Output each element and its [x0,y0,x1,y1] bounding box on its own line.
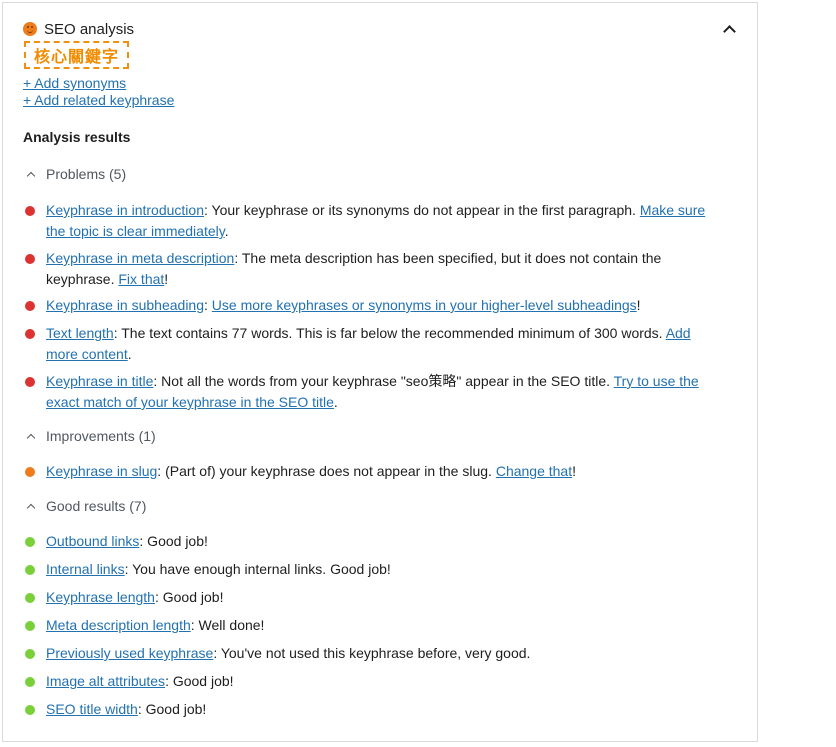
result-link[interactable]: SEO title width [46,701,138,717]
collapse-button[interactable] [721,21,737,38]
chevron-up-icon [26,171,36,181]
result-item-problem: Text length: The text contains 77 words.… [23,323,723,365]
red-bullet-icon [25,206,35,216]
green-bullet-icon [25,705,35,715]
result-tail: . [127,346,132,362]
problems-toggle[interactable]: Problems (5) [23,166,126,182]
orange-bullet-icon [25,467,35,477]
result-text: : You've not used this keyphrase before,… [213,645,531,661]
result-item-good: Image alt attributes: Good job! [23,671,723,692]
result-item-problem: Keyphrase in meta description: The meta … [23,248,723,290]
result-text: : Good job! [139,533,208,549]
green-bullet-icon [25,537,35,547]
result-link[interactable]: Text length [46,325,114,341]
panel-header[interactable]: SEO analysis [23,19,134,39]
chevron-up-icon [26,503,36,513]
result-item-problem: Keyphrase in introduction: Your keyphras… [23,200,723,242]
red-bullet-icon [25,377,35,387]
green-bullet-icon [25,649,35,659]
smiley-face-icon [23,22,37,36]
result-link[interactable]: Keyphrase in subheading [46,297,204,313]
add-related-keyphrase-link[interactable]: + Add related keyphrase [23,92,174,108]
result-action-link[interactable]: Change that [496,463,572,479]
result-link[interactable]: Keyphrase length [46,589,155,605]
result-link[interactable]: Internal links [46,561,125,577]
result-text: : Not all the words from your keyphrase … [153,373,614,389]
result-item-good: Internal links: You have enough internal… [23,559,723,580]
result-text: : [204,297,212,313]
result-item-improvement: Keyphrase in slug: (Part of) your keyphr… [23,461,723,482]
red-bullet-icon [25,301,35,311]
add-synonyms-link[interactable]: + Add synonyms [23,75,126,91]
improvements-label: Improvements (1) [46,428,156,444]
result-link[interactable]: Keyphrase in title [46,373,153,389]
result-action-link[interactable]: Use more keyphrases or synonyms in your … [212,297,637,313]
green-bullet-icon [25,677,35,687]
result-text: : Good job! [154,589,224,605]
result-link[interactable]: Outbound links [46,533,139,549]
result-text: : Well done! [190,617,265,633]
result-link[interactable]: Keyphrase in introduction [46,202,204,218]
red-bullet-icon [25,329,35,339]
analysis-results-heading: Analysis results [23,129,131,145]
red-bullet-icon [25,254,35,264]
green-bullet-icon [25,593,35,603]
result-text: : Good job! [165,673,234,689]
result-item-good: Keyphrase length: Good job! [23,587,723,608]
chevron-up-icon [26,433,36,443]
result-item-good: SEO title width: Good job! [23,699,723,720]
result-link[interactable]: Image alt attributes [46,673,165,689]
result-tail: . [224,223,229,239]
problems-label: Problems (5) [46,166,127,182]
result-text: : Your keyphrase or its synonyms do not … [204,202,640,218]
chevron-up-icon [723,25,736,38]
result-text: : (Part of) your keyphrase does not appe… [157,463,496,479]
result-tail: ! [164,271,169,287]
result-item-good: Outbound links: Good job! [23,531,723,552]
green-bullet-icon [25,565,35,575]
result-item-problem: Keyphrase in title: Not all the words fr… [23,371,723,413]
result-item-good: Previously used keyphrase: You've not us… [23,643,723,664]
result-action-link[interactable]: Fix that [118,271,164,287]
green-bullet-icon [25,621,35,631]
result-link[interactable]: Keyphrase in slug [46,463,157,479]
good-results-toggle[interactable]: Good results (7) [23,498,146,514]
keyword-annotation: 核心關鍵字 [24,41,130,69]
panel-title: SEO analysis [44,20,135,38]
result-text: : You have enough internal links. Good j… [124,561,391,577]
seo-analysis-panel: SEO analysis 核心關鍵字 + Add synonyms + Add … [2,2,758,742]
result-text: : The text contains 77 words. This is fa… [113,325,666,341]
result-text: : Good job! [137,701,207,717]
result-link[interactable]: Previously used keyphrase [46,645,213,661]
result-link[interactable]: Keyphrase in meta description [46,250,234,266]
result-tail: ! [572,463,577,479]
result-item-problem: Keyphrase in subheading: Use more keyphr… [23,295,723,316]
good-results-label: Good results (7) [46,498,147,514]
improvements-toggle[interactable]: Improvements (1) [23,428,156,444]
result-tail: ! [636,297,641,313]
result-tail: . [333,394,338,410]
result-link[interactable]: Meta description length [46,617,191,633]
result-item-good: Meta description length: Well done! [23,615,723,636]
